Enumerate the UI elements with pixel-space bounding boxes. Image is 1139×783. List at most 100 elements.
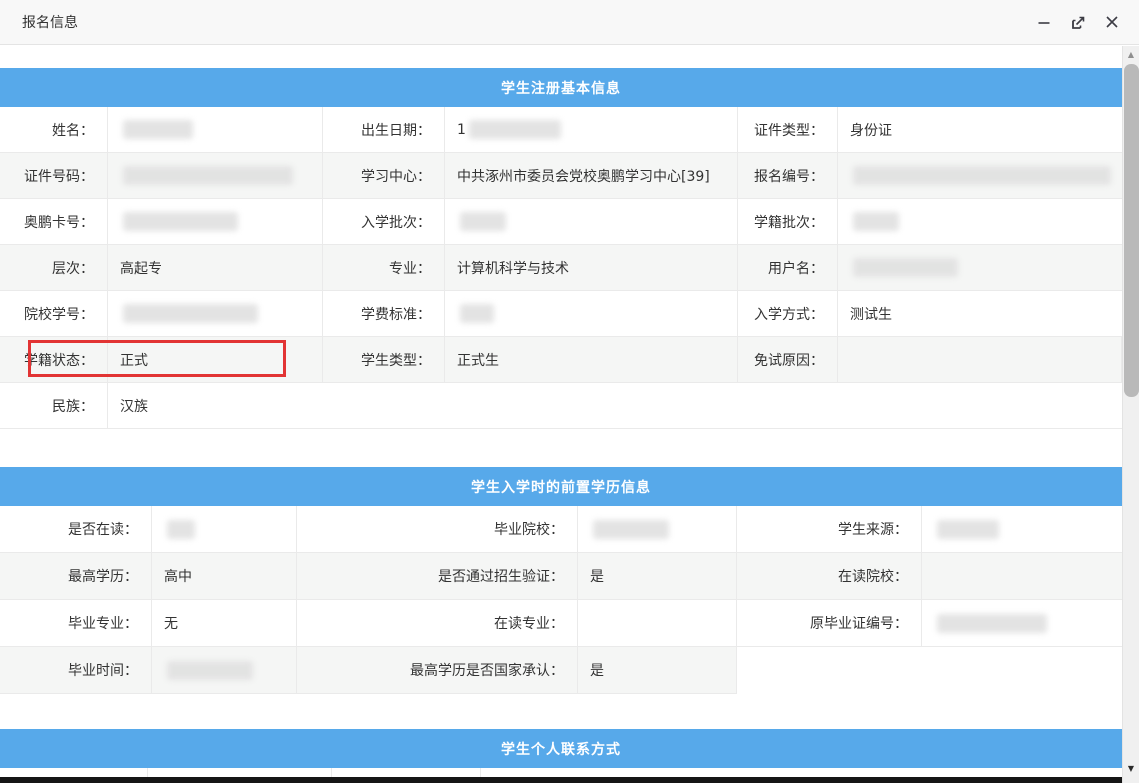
redacted-value [469, 120, 561, 139]
field-label: 学籍状态： [0, 337, 108, 383]
field-value: 正式生 [445, 337, 738, 383]
field-label: 入学批次： [323, 199, 445, 245]
field-value [578, 506, 737, 553]
field-label: 学费标准： [323, 291, 445, 337]
field-label: 证件号码： [0, 153, 108, 199]
field-value: 是 [578, 553, 737, 600]
redacted-value [460, 304, 494, 323]
scrollbar-down-icon[interactable]: ▼ [1123, 761, 1139, 775]
redacted-value [853, 166, 1111, 185]
redacted-value [123, 166, 293, 185]
field-value [445, 199, 738, 245]
table-row: 证件号码： 学习中心：中共涿州市委员会党校奥鹏学习中心[39]报名编号： [0, 153, 1122, 199]
dialog-title: 报名信息 [22, 12, 78, 32]
prior-education-table: 是否在读：毕业院校：学生来源：最高学历：高中是否通过招生验证：是在读院校：毕业专… [0, 506, 1122, 694]
empty-area [737, 647, 1122, 694]
table-row: 姓名： 出生日期：1证件类型：身份证 [0, 107, 1122, 153]
field-value [108, 153, 323, 199]
field-label: 学生类型： [323, 337, 445, 383]
scrollbar-up-icon[interactable]: ▲ [1123, 46, 1139, 63]
field-value: 计算机科学与技术 [445, 245, 738, 291]
minimize-icon[interactable] [1035, 13, 1053, 31]
field-value [108, 291, 323, 337]
field-value: 1 [445, 107, 738, 153]
registration-info-dialog: 报名信息 学生注册基本信息 姓名： 出生日期：1证件类型：身份证证件号码： 学习中心… [0, 0, 1139, 783]
field-value: 身份证 [838, 107, 1122, 153]
field-value [445, 291, 738, 337]
table-row: 院校学号： 学费标准： 入学方式：测试生 [0, 291, 1122, 337]
field-label: 学习中心： [323, 153, 445, 199]
table-row: 学籍状态：正式学生类型：正式生免试原因： [0, 337, 1122, 383]
field-value [838, 153, 1122, 199]
dialog-content: 学生注册基本信息 姓名： 出生日期：1证件类型：身份证证件号码： 学习中心：中共涿州… [0, 46, 1122, 783]
field-value [838, 199, 1122, 245]
redacted-value [593, 520, 669, 539]
field-label: 民族： [0, 383, 108, 429]
redacted-value [937, 614, 1047, 633]
field-label: 证件类型： [738, 107, 838, 153]
table-row: 奥鹏卡号： 入学批次： 学籍批次： [0, 199, 1122, 245]
field-label: 层次： [0, 245, 108, 291]
window-bottom-edge [0, 777, 1122, 783]
window-controls [1035, 13, 1121, 31]
field-value: 无 [152, 600, 297, 647]
field-value [108, 199, 323, 245]
field-label: 报名编号： [738, 153, 838, 199]
redacted-value [853, 258, 958, 277]
field-value: 测试生 [838, 291, 1122, 337]
redacted-value [123, 304, 258, 323]
field-value [922, 600, 1122, 647]
field-label: 学籍批次： [738, 199, 838, 245]
field-value: 中共涿州市委员会党校奥鹏学习中心[39] [445, 153, 738, 199]
scrollbar-thumb[interactable] [1124, 64, 1139, 397]
field-label: 毕业时间： [0, 647, 152, 694]
field-label: 免试原因： [738, 337, 838, 383]
field-label: 用户名： [738, 245, 838, 291]
maximize-icon[interactable] [1069, 13, 1087, 31]
field-value [108, 107, 323, 153]
redacted-value [460, 212, 506, 231]
field-label: 毕业院校： [297, 506, 578, 553]
redacted-value [853, 212, 899, 231]
field-label: 奥鹏卡号： [0, 199, 108, 245]
section-header-prior-education: 学生入学时的前置学历信息 [0, 467, 1122, 506]
table-row: 最高学历：高中是否通过招生验证：是在读院校： [0, 553, 1122, 600]
close-icon[interactable] [1103, 13, 1121, 31]
field-value [152, 506, 297, 553]
field-value [922, 506, 1122, 553]
field-value: 汉族 [108, 383, 1122, 429]
field-label: 毕业专业： [0, 600, 152, 647]
field-label: 院校学号： [0, 291, 108, 337]
field-value [578, 600, 737, 647]
redacted-value [123, 120, 193, 139]
field-label: 原毕业证编号： [737, 600, 922, 647]
table-row: 毕业时间： 最高学历是否国家承认：是 [0, 647, 1122, 694]
field-value: 高起专 [108, 245, 323, 291]
section-header-basic-info: 学生注册基本信息 [0, 68, 1122, 107]
field-value [922, 553, 1122, 600]
scrollbar[interactable]: ▲ ▼ [1122, 46, 1139, 783]
table-row: 是否在读： 毕业院校： 学生来源： [0, 506, 1122, 553]
field-label: 专业： [323, 245, 445, 291]
field-value: 是 [578, 647, 737, 694]
redacted-value [167, 661, 253, 680]
redacted-value [167, 520, 195, 539]
basic-info-table: 姓名： 出生日期：1证件类型：身份证证件号码： 学习中心：中共涿州市委员会党校奥鹏学… [0, 107, 1122, 429]
field-label: 最高学历是否国家承认： [297, 647, 578, 694]
table-row: 毕业专业：无在读专业：原毕业证编号： [0, 600, 1122, 647]
table-row: 民族：汉族 [0, 383, 1122, 429]
table-row: 层次：高起专专业：计算机科学与技术用户名： [0, 245, 1122, 291]
field-label: 是否在读： [0, 506, 152, 553]
field-value [838, 245, 1122, 291]
redacted-value [123, 212, 238, 231]
section-header-contact-info: 学生个人联系方式 [0, 729, 1122, 768]
field-label: 学生来源： [737, 506, 922, 553]
dialog-titlebar: 报名信息 [0, 0, 1139, 45]
field-label: 是否通过招生验证： [297, 553, 578, 600]
field-label: 入学方式： [738, 291, 838, 337]
field-label: 姓名： [0, 107, 108, 153]
field-value: 高中 [152, 553, 297, 600]
redacted-value [937, 520, 999, 539]
field-label: 在读院校： [737, 553, 922, 600]
field-label: 出生日期： [323, 107, 445, 153]
